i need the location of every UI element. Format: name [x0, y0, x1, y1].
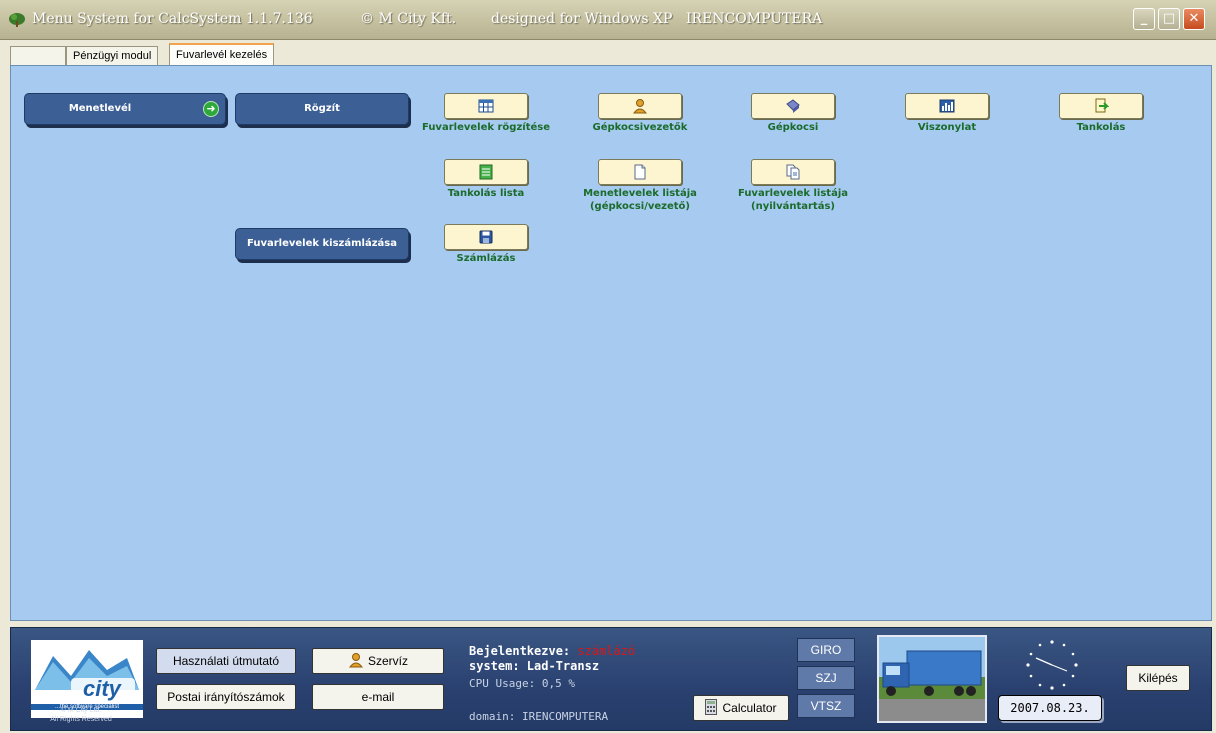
main-panel: Menetlevél ➜ Rögzít Fuvarlevelek kiszáml… [10, 65, 1212, 621]
chart-icon [939, 99, 955, 113]
manual-button[interactable]: Használati útmutató [156, 648, 296, 674]
tool-gepkocsi: Gépkocsi [728, 93, 858, 134]
gepkocsi-button[interactable] [751, 93, 835, 119]
arrow-right-icon: ➜ [203, 101, 219, 117]
tab-fuvarlevel-kezeles[interactable]: Fuvarlevél kezelés [169, 43, 275, 66]
gepkocsi-label: Gépkocsi [767, 122, 819, 133]
document-icon [634, 164, 646, 180]
logo-rights: All Rights Reserved [50, 716, 112, 723]
documents-icon [786, 164, 800, 180]
fuvarlevelek-listaja-label: Fuvarlevelek listája (nyilvántartás) [737, 188, 848, 212]
list-icon [479, 164, 493, 180]
tool-gepkocsivezetok: Gépkocsivezetők [575, 93, 705, 134]
fuvarlevelek-listaja-button[interactable] [751, 159, 835, 185]
app-icon [9, 13, 25, 27]
tool-szamlazas: Számlázás [421, 224, 551, 265]
service-label: Szervíz [367, 654, 408, 668]
menetlevel-button[interactable]: Menetlevél ➜ [24, 93, 226, 125]
szj-button[interactable]: SZJ [797, 666, 855, 690]
login-label: Bejelentkezve: [469, 644, 571, 658]
tankolas-lista-button[interactable] [444, 159, 528, 185]
login-user: számlázó [577, 644, 636, 658]
postcodes-button[interactable]: Postai irányítószámok [156, 684, 296, 710]
tool-tankolas: Tankolás [1036, 93, 1166, 134]
tool-fuvarlevelek-rogzitese: Fuvarlevelek rögzítése [421, 93, 551, 134]
login-status: Bejelentkezve: számlázó [469, 644, 635, 658]
tool-tankolas-lista: Tankolás lista [421, 159, 551, 200]
email-button[interactable]: e-mail [312, 684, 444, 710]
clock-icon [1026, 640, 1078, 690]
calculator-icon [705, 699, 718, 715]
window-copyright: © M City Kft. [360, 11, 457, 27]
window-computer-name: IRENCOMPUTERA [686, 11, 823, 27]
menetlevel-label: Menetlevél [68, 103, 132, 114]
menetlevelek-listaja-button[interactable] [598, 159, 682, 185]
szamlazas-button[interactable] [444, 224, 528, 250]
service-icon [348, 653, 363, 668]
tab-penzugyi-modul[interactable]: Pénzügyi modul [66, 46, 159, 66]
maximize-button[interactable]: □ [1158, 8, 1180, 30]
window-title: Menu System for CalcSystem 1.1.7.136 [32, 11, 313, 27]
fuel-icon [1095, 98, 1109, 113]
service-button[interactable]: Szervíz [312, 648, 444, 674]
logo-text: city [83, 676, 121, 701]
truck-image [877, 635, 987, 723]
status-panel: city ...the software specialist © M City… [10, 627, 1212, 731]
gepkocsivezetok-label: Gépkocsivezetők [592, 122, 688, 133]
viszonylat-label: Viszonylat [917, 122, 977, 133]
close-button[interactable]: ✕ [1183, 8, 1205, 30]
fuvarlevelek-rogzitese-button[interactable] [444, 93, 528, 119]
save-icon [479, 230, 493, 244]
tool-viszonylat: Viszonylat [882, 93, 1012, 134]
calculator-label: Calculator [722, 701, 777, 715]
tab-blank[interactable] [10, 46, 66, 66]
szamlazas-label: Számlázás [456, 253, 516, 264]
tankolas-lista-label: Tankolás lista [447, 188, 525, 199]
rogzit-button[interactable]: Rögzít [235, 93, 409, 125]
tool-menetlevelek-listaja: Menetlevelek listája (gépkocsi/vezető) [575, 159, 705, 213]
car-icon [786, 99, 800, 113]
fuvarlevelek-rogzitese-label: Fuvarlevelek rögzítése [421, 122, 550, 133]
window-designed-for: designed for Windows XP [491, 11, 673, 27]
system-name: system: Lad-Transz [469, 659, 600, 673]
gepkocsivezetok-button[interactable] [598, 93, 682, 119]
tool-fuvarlevelek-listaja: Fuvarlevelek listája (nyilvántartás) [728, 159, 858, 213]
tankolas-button[interactable] [1059, 93, 1143, 119]
logo-caption: © M City Ltd. All Rights Reserved [21, 706, 141, 724]
cpu-usage: CPU Usage: 0,5 % [469, 677, 575, 690]
driver-icon [632, 99, 648, 114]
exit-button[interactable]: Kilépés [1126, 665, 1190, 691]
kiszamlazas-button[interactable]: Fuvarlevelek kiszámlázása [235, 228, 409, 260]
minimize-button[interactable]: _ [1133, 8, 1155, 30]
tankolas-label: Tankolás [1076, 122, 1126, 133]
domain-name: domain: IRENCOMPUTERA [469, 710, 609, 723]
table-icon [478, 99, 494, 113]
logo-copyright: © M City Ltd. [60, 707, 102, 714]
date-display: 2007.08.23. [998, 695, 1102, 721]
menetlevelek-listaja-label: Menetlevelek listája (gépkocsi/vezető) [583, 188, 697, 212]
title-bar: Menu System for CalcSystem 1.1.7.136 © M… [0, 0, 1216, 40]
viszonylat-button[interactable] [905, 93, 989, 119]
giro-button[interactable]: GIRO [797, 638, 855, 662]
calculator-button[interactable]: Calculator [693, 695, 789, 721]
vtsz-button[interactable]: VTSZ [797, 694, 855, 718]
